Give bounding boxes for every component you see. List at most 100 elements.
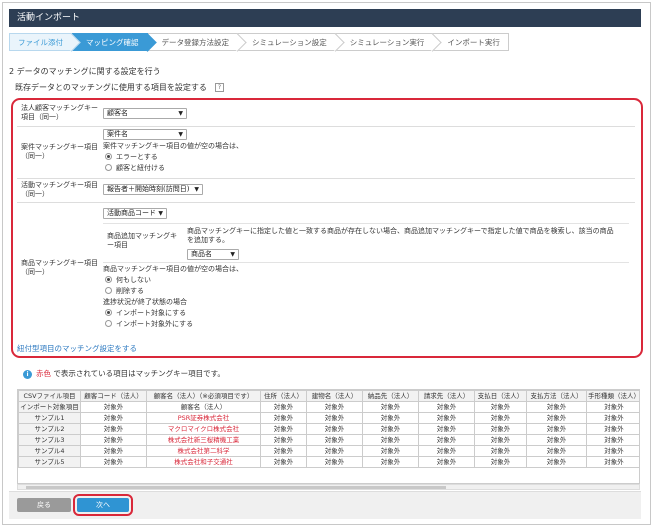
radio-icon: [105, 287, 112, 294]
table-cell: サンプル1: [18, 412, 81, 424]
table-cell: 対象外: [586, 434, 639, 446]
progress-status-note: 進捗状況が終了状態の場合: [103, 298, 187, 306]
wizard-steps: ファイル添付 マッピング確認 データ登録方法設定 シミュレーション設定 シミュレ…: [9, 33, 509, 52]
matching-key-info: i 赤色 で表示されている項目はマッチングキー項目です。: [23, 368, 225, 379]
import-target-row: インポート対象項目 対象外 顧客名（法人） 対象外 対象外 対象外 対象外 対象…: [18, 401, 639, 413]
table-header-cell: 支払日（法人）: [474, 390, 527, 402]
linked-field-matching-link[interactable]: 紐付型項目のマッチング設定をする: [17, 343, 137, 354]
table-cell: インポート対象項目: [18, 401, 81, 413]
step-file-attach[interactable]: ファイル添付: [9, 33, 81, 52]
table-cell: 対象外: [474, 412, 527, 424]
table-cell: サンプル2: [18, 423, 81, 435]
chevron-down-icon: ▼: [178, 110, 183, 117]
table-cell: マクロマイクロ株式会社: [146, 423, 261, 435]
table-cell: 対象外: [306, 445, 363, 457]
step-mapping[interactable]: マッピング確認: [72, 33, 157, 52]
table-header-cell: 顧客名（法人）（※必須項目です）: [146, 390, 261, 402]
table-cell: 対象外: [526, 456, 587, 468]
table-cell: 対象外: [418, 456, 475, 468]
product-additional-note-1: 商品マッチングキーに指定した値と一致する商品が存在しない場合、商品追加マッチング…: [187, 227, 614, 235]
product-additional-key-select[interactable]: 商品名 ▼: [187, 249, 239, 260]
help-icon[interactable]: ?: [214, 83, 224, 92]
table-cell: 対象外: [80, 412, 147, 424]
table-cell: 対象外: [80, 445, 147, 457]
scrollbar-thumb[interactable]: [26, 486, 446, 489]
product-radio-import-target[interactable]: インポート対象にする: [105, 309, 186, 318]
red-word: 赤色: [36, 369, 51, 378]
table-cell: 対象外: [306, 456, 363, 468]
table-cell: 対象外: [586, 423, 639, 435]
table-cell: 株式会社和子交通社: [146, 456, 261, 468]
product-empty-note: 商品マッチングキー項目の値が空の場合は、: [103, 265, 243, 273]
table-cell: 対象外: [362, 412, 419, 424]
step-import-run[interactable]: インポート実行: [433, 33, 509, 51]
table-cell: 対象外: [362, 456, 419, 468]
table-cell: 対象外: [586, 412, 639, 424]
next-button-highlight: [73, 494, 133, 516]
table-cell: 顧客名（法人）: [146, 401, 261, 413]
deal-key-select[interactable]: 案件名 ▼: [103, 129, 187, 140]
table-cell: 対象外: [260, 423, 307, 435]
table-cell: 対象外: [362, 434, 419, 446]
table-header-cell: 手形種類（法人）: [586, 390, 640, 402]
corp-key-select[interactable]: 顧客名 ▼: [103, 108, 187, 119]
back-button[interactable]: 戻る: [17, 498, 71, 512]
table-cell: 対象外: [526, 412, 587, 424]
table-header-cell: 支払方法（法人）: [526, 390, 587, 402]
table-cell: 対象外: [526, 423, 587, 435]
product-additional-key-label: 商品追加マッチングキー項目: [107, 232, 177, 249]
table-cell: サンプル4: [18, 445, 81, 457]
table-cell: 対象外: [474, 401, 527, 413]
table-cell: 対象外: [586, 456, 639, 468]
setting-row-corp: 法人顧客マッチングキー項目（同一） 顧客名 ▼: [17, 102, 635, 126]
chevron-down-icon: ▼: [194, 186, 199, 193]
table-cell: 対象外: [474, 456, 527, 468]
table-header-row: CSVファイル項目 顧客コード（法人） 顧客名（法人）（※必須項目です） 住所（…: [18, 390, 640, 402]
table-horizontal-scrollbar[interactable]: [17, 484, 640, 490]
table-cell: 対象外: [306, 434, 363, 446]
table-header-cell: CSVファイル項目: [18, 390, 81, 402]
product-radio-import-exclude[interactable]: インポート対象外にする: [105, 320, 193, 329]
table-cell: 対象外: [80, 434, 147, 446]
table-cell: 対象外: [362, 423, 419, 435]
table-cell: 対象外: [260, 434, 307, 446]
setting-row-activity: 活動マッチングキー項目（同一） 報告者＋開始時刻(訪問日) ▼: [17, 178, 635, 202]
deal-empty-note: 案件マッチングキー項目の値が空の場合は、: [103, 142, 243, 150]
table-cell: 株式会社第二科学: [146, 445, 261, 457]
table-cell: 対象外: [586, 401, 639, 413]
table-cell: 対象外: [260, 445, 307, 457]
deal-radio-link-customer[interactable]: 顧客と紐付ける: [105, 164, 165, 173]
table-cell: 対象外: [306, 423, 363, 435]
table-cell: 対象外: [418, 401, 475, 413]
table-row: サンプル2 対象外 マクロマイクロ株式会社 対象外 対象外 対象外 対象外 対象…: [18, 423, 639, 435]
table-cell: 対象外: [474, 423, 527, 435]
table-cell: 対象外: [260, 401, 307, 413]
product-radio-do-nothing[interactable]: 何もしない: [105, 276, 151, 285]
table-cell: 対象外: [586, 445, 639, 457]
table-row: サンプル5 対象外 株式会社和子交通社 対象外 対象外 対象外 対象外 対象外 …: [18, 456, 639, 468]
table-cell: 対象外: [260, 456, 307, 468]
table-cell: 対象外: [306, 412, 363, 424]
table-cell: 対象外: [526, 434, 587, 446]
table-cell: 対象外: [260, 412, 307, 424]
activity-key-select[interactable]: 報告者＋開始時刻(訪問日) ▼: [103, 184, 203, 195]
product-radio-delete[interactable]: 削除する: [105, 287, 144, 296]
table-cell: 対象外: [418, 423, 475, 435]
product-key-select[interactable]: 活動商品コード ▼: [103, 208, 167, 219]
table-cell: PSR証券株式会社: [146, 412, 261, 424]
deal-radio-error[interactable]: エラーとする: [105, 153, 158, 162]
step-simulation-settings[interactable]: シミュレーション設定: [238, 33, 345, 52]
step-data-registration[interactable]: データ登録方法設定: [147, 33, 247, 52]
table-cell: 対象外: [474, 445, 527, 457]
table-cell: 対象外: [80, 423, 147, 435]
radio-icon: [105, 320, 112, 327]
setting-row-deal: 案件マッチングキー項目（同一） 案件名 ▼ 案件マッチングキー項目の値が空の場合は…: [17, 126, 635, 178]
table-header-cell: 請求先（法人）: [418, 390, 475, 402]
table-cell: 対象外: [80, 401, 147, 413]
table-cell: 対象外: [418, 445, 475, 457]
step-simulation-run[interactable]: シミュレーション実行: [335, 33, 443, 52]
table-cell: 株式会社新三桜精機工業: [146, 434, 261, 446]
product-additional-note-2: を追加する。: [187, 236, 229, 244]
table-cell: 対象外: [362, 401, 419, 413]
product-additional-key-box: 商品追加マッチングキー項目 商品マッチングキーに指定した値と一致する商品が存在し…: [103, 223, 629, 263]
